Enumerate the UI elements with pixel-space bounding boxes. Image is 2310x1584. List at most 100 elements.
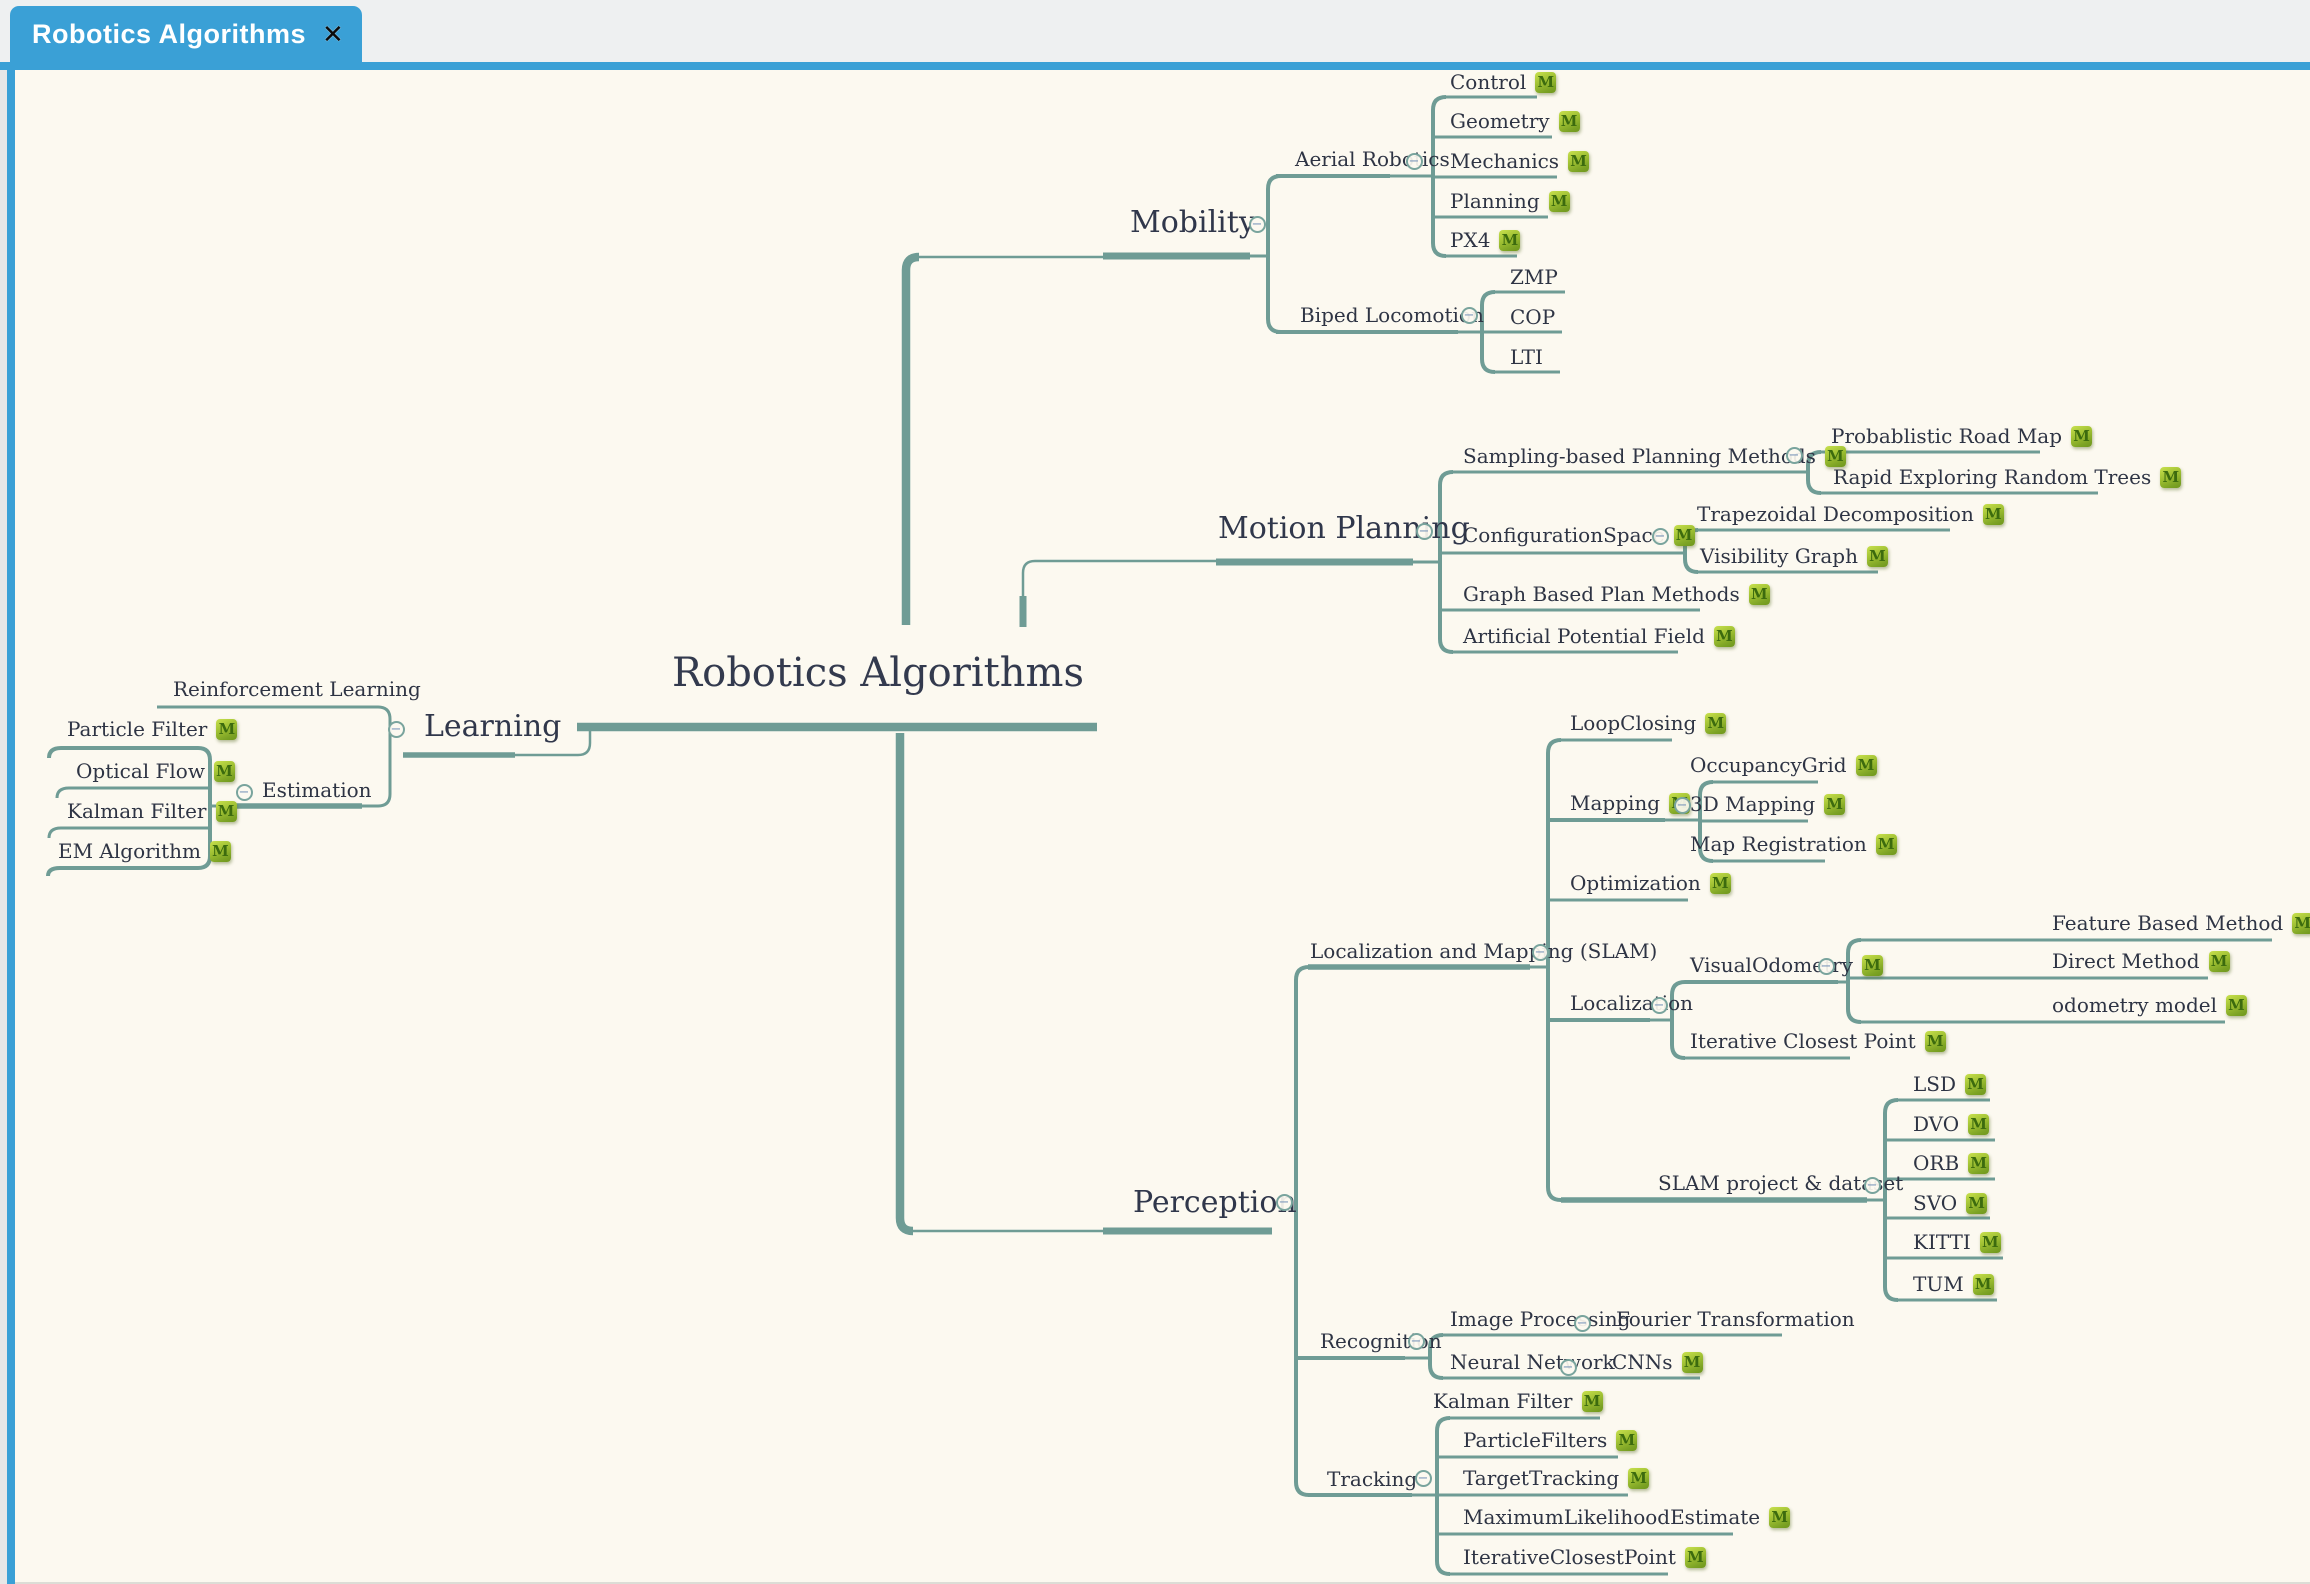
node-kitti[interactable]: KITTIM	[1913, 1231, 2001, 1254]
markdown-note-icon[interactable]: M	[1769, 1507, 1790, 1528]
collapse-icon[interactable]: −	[236, 784, 253, 801]
markdown-note-icon[interactable]: M	[1856, 755, 1877, 776]
node-orb[interactable]: ORBM	[1913, 1152, 1989, 1175]
markdown-note-icon[interactable]: M	[1824, 794, 1845, 815]
markdown-note-icon[interactable]: M	[1966, 1193, 1987, 1214]
node-localization-and-mapping-slam[interactable]: Localization and Mapping (SLAM)	[1310, 940, 1657, 963]
markdown-note-icon[interactable]: M	[216, 801, 237, 822]
collapse-icon[interactable]: −	[1415, 1470, 1432, 1487]
collapse-icon[interactable]: −	[1532, 944, 1549, 961]
node-perception[interactable]: Perception	[1133, 1186, 1297, 1221]
node-feature-based-method[interactable]: Feature Based MethodM	[2052, 912, 2310, 935]
node-robotics-algorithms[interactable]: Robotics Algorithms	[672, 650, 1084, 696]
node-kalman-filter[interactable]: Kalman FilterM	[1433, 1390, 1603, 1413]
node-px4[interactable]: PX4M	[1450, 229, 1520, 252]
markdown-note-icon[interactable]: M	[1965, 1074, 1986, 1095]
markdown-note-icon[interactable]: M	[210, 841, 231, 862]
markdown-note-icon[interactable]: M	[2160, 467, 2181, 488]
markdown-note-icon[interactable]: M	[1568, 151, 1589, 172]
node-trapezoidal-decomposition[interactable]: Trapezoidal DecompositionM	[1697, 503, 2004, 526]
markdown-note-icon[interactable]: M	[1710, 873, 1731, 894]
collapse-icon[interactable]: −	[1416, 523, 1433, 540]
node-targettracking[interactable]: TargetTrackingM	[1463, 1467, 1649, 1490]
node-fourier-transformation[interactable]: Fourier Transformation	[1616, 1308, 1855, 1331]
markdown-note-icon[interactable]: M	[1549, 191, 1570, 212]
node-estimation[interactable]: Estimation	[262, 779, 372, 802]
markdown-note-icon[interactable]: M	[1685, 1547, 1706, 1568]
node-kalman-filter[interactable]: Kalman FilterM	[67, 800, 237, 823]
markdown-note-icon[interactable]: M	[1499, 230, 1520, 251]
collapse-icon[interactable]: −	[1864, 1177, 1881, 1194]
node-rapid-exploring-random-trees[interactable]: Rapid Exploring Random TreesM	[1833, 466, 2181, 489]
node-zmp[interactable]: ZMP	[1510, 266, 1558, 289]
markdown-note-icon[interactable]: M	[2071, 426, 2092, 447]
collapse-icon[interactable]: −	[1786, 447, 1803, 464]
node-mobility[interactable]: Mobility	[1130, 206, 1256, 241]
collapse-icon[interactable]: −	[1276, 1194, 1293, 1211]
markdown-note-icon[interactable]: M	[1705, 713, 1726, 734]
node-biped-locomotion[interactable]: Biped Locomotion	[1300, 304, 1484, 327]
mindmap-canvas[interactable]: Robotics Algorithms Mobility Aerial Roboti…	[0, 0, 2310, 1584]
markdown-note-icon[interactable]: M	[1980, 1232, 2001, 1253]
node-lsd[interactable]: LSDM	[1913, 1073, 1986, 1096]
node-localization[interactable]: Localization	[1570, 992, 1693, 1015]
node-occupancygrid[interactable]: OccupancyGridM	[1690, 754, 1877, 777]
node-map-registration[interactable]: Map RegistrationM	[1690, 833, 1897, 856]
markdown-note-icon[interactable]: M	[1682, 1352, 1703, 1373]
markdown-note-icon[interactable]: M	[1559, 111, 1580, 132]
markdown-note-icon[interactable]: M	[1973, 1274, 1994, 1295]
node-mechanics[interactable]: MechanicsM	[1450, 150, 1589, 173]
node-dvo[interactable]: DVOM	[1913, 1113, 1989, 1136]
collapse-icon[interactable]: −	[1818, 958, 1835, 975]
collapse-icon[interactable]: −	[1249, 216, 1266, 233]
markdown-note-icon[interactable]: M	[2226, 995, 2247, 1016]
markdown-note-icon[interactable]: M	[1674, 525, 1695, 546]
markdown-note-icon[interactable]: M	[1616, 1430, 1637, 1451]
node-em-algorithm[interactable]: EM AlgorithmM	[58, 840, 231, 863]
collapse-icon[interactable]: −	[1574, 1315, 1591, 1332]
node-lti[interactable]: LTI	[1510, 346, 1543, 369]
node-tracking[interactable]: Tracking	[1327, 1468, 1417, 1491]
node-svo[interactable]: SVOM	[1913, 1192, 1987, 1215]
node-learning[interactable]: Learning	[424, 710, 561, 745]
node-cop[interactable]: COP	[1510, 306, 1555, 329]
markdown-note-icon[interactable]: M	[1867, 546, 1888, 567]
markdown-note-icon[interactable]: M	[1862, 955, 1883, 976]
node-planning[interactable]: PlanningM	[1450, 190, 1570, 213]
markdown-note-icon[interactable]: M	[1628, 1468, 1649, 1489]
node-control[interactable]: ControlM	[1450, 71, 1556, 94]
markdown-note-icon[interactable]: M	[1983, 504, 2004, 525]
markdown-note-icon[interactable]: M	[214, 761, 235, 782]
node-graph-based-plan-methods[interactable]: Graph Based Plan MethodsM	[1463, 583, 1770, 606]
markdown-note-icon[interactable]: M	[1968, 1153, 1989, 1174]
markdown-note-icon[interactable]: M	[1582, 1391, 1603, 1412]
node-maximumlikelihoodestimate[interactable]: MaximumLikelihoodEstimateM	[1463, 1506, 1790, 1529]
collapse-icon[interactable]: −	[1651, 997, 1668, 1014]
node-visualodometry[interactable]: VisualOdometryM	[1690, 954, 1883, 977]
collapse-icon[interactable]: −	[1461, 307, 1478, 324]
node-aerial-robotics[interactable]: Aerial Robotics	[1295, 148, 1450, 171]
markdown-note-icon[interactable]: M	[1535, 72, 1556, 93]
node-geometry[interactable]: GeometryM	[1450, 110, 1580, 133]
markdown-note-icon[interactable]: M	[1925, 1031, 1946, 1052]
markdown-note-icon[interactable]: M	[1749, 584, 1770, 605]
node-odometry-model[interactable]: odometry modelM	[2052, 994, 2247, 1017]
node-iterative-closest-point[interactable]: Iterative Closest PointM	[1690, 1030, 1946, 1053]
node-optical-flow[interactable]: Optical FlowM	[76, 760, 235, 783]
markdown-note-icon[interactable]: M	[1825, 446, 1846, 467]
node-3d-mapping[interactable]: 3D MappingM	[1690, 793, 1845, 816]
markdown-note-icon[interactable]: M	[1968, 1114, 1989, 1135]
node-image-processing[interactable]: Image Processing	[1450, 1308, 1631, 1331]
node-loopclosing[interactable]: LoopClosingM	[1570, 712, 1726, 735]
markdown-note-icon[interactable]: M	[1714, 626, 1735, 647]
node-reinforcement-learning[interactable]: Reinforcement Learning	[173, 678, 421, 701]
node-particlefilters[interactable]: ParticleFiltersM	[1463, 1429, 1637, 1452]
markdown-note-icon[interactable]: M	[2209, 951, 2230, 972]
node-optimization[interactable]: OptimizationM	[1570, 872, 1731, 895]
node-iterativeclosestpoint[interactable]: IterativeClosestPointM	[1463, 1546, 1706, 1569]
node-direct-method[interactable]: Direct MethodM	[2052, 950, 2230, 973]
collapse-icon[interactable]: −	[1406, 153, 1423, 170]
markdown-note-icon[interactable]: M	[2292, 913, 2310, 934]
node-visibility-graph[interactable]: Visibility GraphM	[1700, 545, 1888, 568]
node-probablistic-road-map[interactable]: Probablistic Road MapM	[1831, 425, 2092, 448]
